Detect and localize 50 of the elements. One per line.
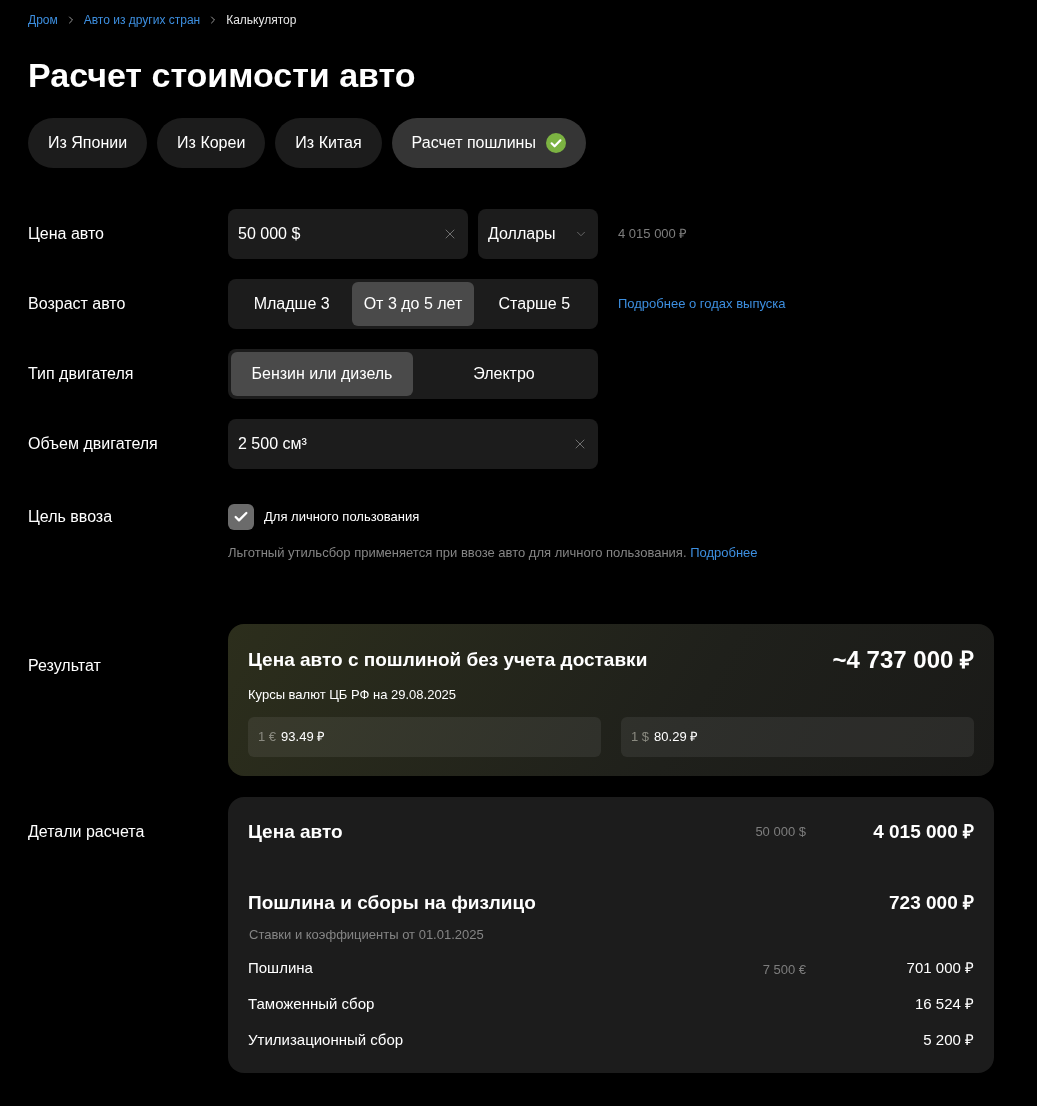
- segment-option[interactable]: Электро: [413, 352, 595, 396]
- more-link[interactable]: Подробнее: [690, 545, 758, 560]
- check-circle-icon: [545, 133, 566, 153]
- fee-label: Таможенный сбор: [248, 993, 376, 1014]
- volume-field[interactable]: 2 500 см³: [228, 419, 598, 469]
- details-amount: 723 000 ₽: [888, 890, 974, 915]
- breadcrumb-current: Калькулятор: [226, 12, 297, 29]
- tab[interactable]: Из Кореи: [157, 118, 266, 168]
- tab[interactable]: Из Китая: [275, 118, 382, 168]
- converted-price: 4 015 000 ₽: [618, 225, 688, 244]
- field-label: Цель ввоза: [28, 507, 114, 527]
- page-title: Расчет стоимости авто: [28, 55, 417, 95]
- price-field[interactable]: 50 000 $: [228, 209, 468, 259]
- tab[interactable]: Расчет пошлины: [391, 118, 586, 168]
- segment-option[interactable]: От 3 до 5 лет: [352, 282, 474, 326]
- details-heading: Цена авто: [248, 819, 344, 844]
- field-label: Объем двигателя: [28, 434, 159, 454]
- fee-amount: 701 000 ₽: [905, 957, 974, 978]
- result-total: ~4 737 000 ₽: [832, 645, 974, 675]
- rate-value: 80.29 ₽: [654, 728, 699, 747]
- rate-unit: 1 $: [631, 728, 650, 747]
- fee-amount: 5 200 ₽: [922, 1029, 974, 1050]
- original-amount: 50 000 $: [755, 823, 806, 842]
- rates-note: Ставки и коэффициенты от 01.01.2025: [248, 927, 485, 943]
- currency-select[interactable]: Доллары: [478, 209, 598, 259]
- hint-text: Льготный утильсбор применяется при ввозе авто для личного пользования. Подробнее: [228, 545, 758, 561]
- field-label: Возраст авто: [28, 294, 127, 314]
- details-amount: 4 015 000 ₽: [872, 819, 974, 844]
- years-info-link[interactable]: Подробнее о годах выпуска: [618, 294, 786, 314]
- section-label: Результат: [28, 656, 102, 676]
- breadcrumb-link[interactable]: Дром: [28, 11, 58, 29]
- segment-option[interactable]: Младше 3: [231, 282, 353, 326]
- section-label: Детали расчета: [28, 822, 146, 842]
- rate-value: 93.49 ₽: [281, 728, 326, 747]
- rate-unit: 1 €: [258, 728, 277, 747]
- fee-amount: 16 524 ₽: [913, 993, 974, 1014]
- details-heading: Пошлина и сборы на физлицо: [248, 890, 537, 915]
- breadcrumb-link[interactable]: Авто из других стран: [83, 11, 201, 29]
- checkbox[interactable]: [228, 504, 254, 530]
- field-label: Тип двигателя: [28, 364, 135, 384]
- rates-caption: Курсы валют ЦБ РФ на 29.08.2025: [248, 687, 458, 703]
- checkbox-label: Для личного пользования: [264, 508, 420, 527]
- field-label: Цена авто: [28, 224, 105, 244]
- segment-option[interactable]: Старше 5: [473, 282, 595, 326]
- segment-option[interactable]: Бензин или дизель: [231, 352, 413, 396]
- tab[interactable]: Из Японии: [28, 118, 148, 168]
- result-title: Цена авто с пошлиной без учета доставки: [248, 647, 648, 672]
- fee-label: Утилизационный сбор: [248, 1029, 405, 1050]
- original-amount: 7 500 €: [762, 961, 806, 980]
- fee-label: Пошлина: [248, 957, 314, 978]
